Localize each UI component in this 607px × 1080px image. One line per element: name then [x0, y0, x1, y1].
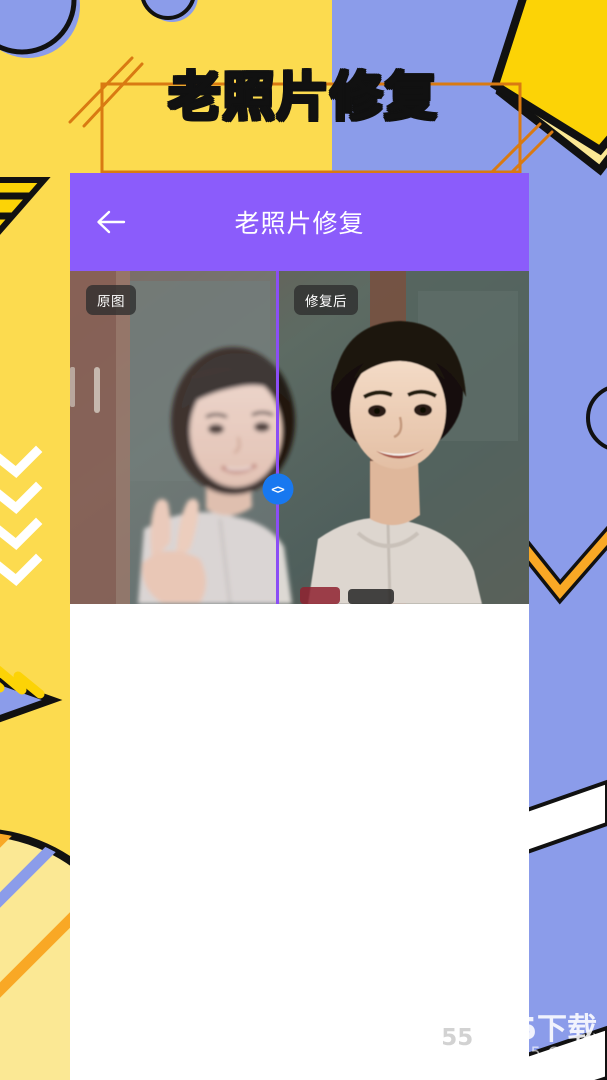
before-after-comparer[interactable]: 原图 修复后 <>: [70, 271, 529, 604]
back-arrow-glyph: [97, 210, 126, 234]
app-content-blank-area: [70, 604, 529, 1080]
label-after: 修复后: [294, 285, 358, 315]
back-arrow-icon[interactable]: [94, 205, 128, 239]
banner-title: 老照片修复: [168, 68, 439, 128]
screenshot-root: 老照片修复 老照片修复 原图 修复后 <> 55 55下载 RR55.COM: [0, 0, 607, 1080]
comparison-photo: [70, 271, 529, 604]
watermark-site-url: RR55.COM: [495, 1043, 589, 1063]
watermark-site-name: 55下载: [495, 1011, 597, 1047]
watermark-logo-icon: 55: [429, 1010, 486, 1066]
label-before: 原图: [86, 285, 136, 315]
watermark-text-group: 55下载 RR55.COM: [495, 1014, 597, 1062]
app-page-title: 老照片修复: [234, 209, 365, 238]
site-watermark: 55 55下载 RR55.COM: [429, 1010, 597, 1066]
app-header-bar: 老照片修复: [70, 173, 529, 271]
app-screenshot-card: 老照片修复 原图 修复后 <>: [70, 173, 529, 1080]
compare-slider-handle[interactable]: <>: [262, 473, 293, 505]
compare-divider-line: [276, 271, 279, 604]
